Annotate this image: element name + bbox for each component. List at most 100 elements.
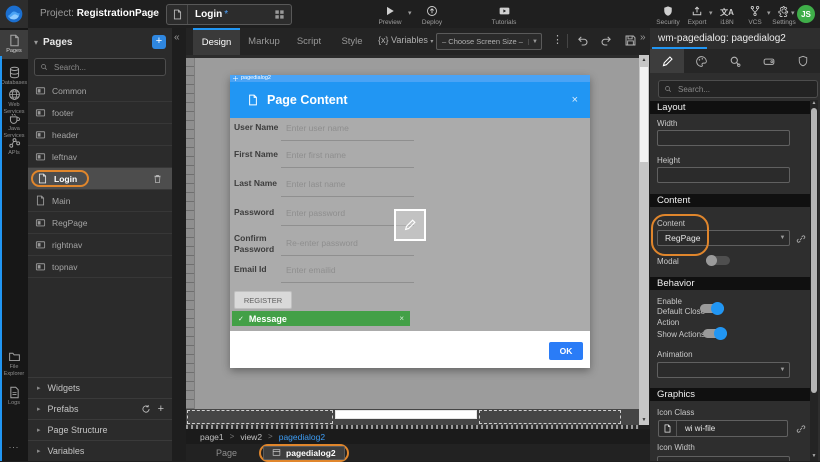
pagedialog2-chip[interactable]: pagedialog2 bbox=[263, 446, 345, 460]
add-prefab-icon[interactable]: + bbox=[158, 403, 164, 415]
page-item-footer[interactable]: footer bbox=[28, 102, 172, 124]
widget-selection-tag[interactable]: pagedialog2 bbox=[230, 75, 590, 82]
expand-right-panel-icon[interactable]: » bbox=[640, 32, 646, 43]
wavemaker-logo[interactable] bbox=[0, 0, 28, 28]
bind-link-icon[interactable] bbox=[796, 234, 806, 244]
tab-properties[interactable] bbox=[650, 49, 684, 73]
dialog-close-icon[interactable]: × bbox=[572, 94, 578, 106]
redo-button[interactable] bbox=[600, 34, 613, 47]
vcs-button[interactable]: VCS bbox=[740, 4, 770, 27]
tab-design[interactable]: Design bbox=[193, 28, 240, 55]
ok-button[interactable]: OK bbox=[549, 342, 583, 360]
page-item-main[interactable]: Main bbox=[28, 190, 172, 212]
edit-widget-button[interactable] bbox=[394, 209, 426, 241]
canvas-vertical-scrollbar[interactable]: ▲ ▼ bbox=[639, 55, 649, 425]
register-button[interactable]: REGISTER bbox=[234, 291, 292, 309]
page-switcher-grid-icon[interactable] bbox=[274, 9, 285, 20]
palette-icon bbox=[695, 55, 708, 68]
tab-styles[interactable] bbox=[684, 49, 718, 73]
tab-markup[interactable]: Markup bbox=[242, 28, 286, 55]
sidebar-item-file-explorer[interactable]: File Explorer bbox=[0, 350, 28, 377]
sidebar-overflow[interactable]: ... bbox=[0, 440, 28, 450]
dropzone-center[interactable] bbox=[335, 410, 477, 419]
settings-chevron-down-icon[interactable]: ▾ bbox=[791, 9, 795, 17]
dropzone-right[interactable] bbox=[479, 410, 621, 424]
section-variables[interactable]: ▸ Variables bbox=[28, 440, 172, 461]
properties-search-input[interactable] bbox=[676, 84, 812, 95]
show-actions-toggle[interactable] bbox=[703, 327, 727, 340]
icon-class-field[interactable]: wi wi-file bbox=[658, 420, 788, 437]
page-item-common[interactable]: Common bbox=[28, 80, 172, 102]
export-button[interactable]: Export bbox=[682, 4, 712, 27]
page-tab-login[interactable]: Login * bbox=[166, 4, 292, 25]
tab-style[interactable]: Style bbox=[332, 28, 372, 55]
username-input[interactable]: Enter user name bbox=[281, 122, 414, 141]
tab-advanced-search[interactable] bbox=[718, 49, 752, 73]
sidebar-item-logs[interactable]: Logs bbox=[0, 386, 28, 407]
pages-search[interactable] bbox=[34, 58, 166, 76]
undo-button[interactable] bbox=[576, 34, 589, 47]
sidebar-item-pages[interactable]: Pages bbox=[0, 30, 28, 59]
lastname-input[interactable]: Enter last name bbox=[281, 178, 414, 197]
page-item-header[interactable]: header bbox=[28, 124, 172, 146]
width-input[interactable] bbox=[657, 130, 790, 146]
page-item-topnav[interactable]: topnav bbox=[28, 256, 172, 278]
emailid-input[interactable]: Enter emailid bbox=[281, 264, 414, 283]
user-avatar[interactable]: JS bbox=[797, 5, 815, 23]
refresh-icon[interactable] bbox=[141, 404, 151, 414]
section-widgets[interactable]: ▸ Widgets bbox=[28, 377, 172, 398]
page-tab-label: Login bbox=[195, 9, 222, 20]
deploy-button[interactable]: Deploy bbox=[414, 4, 450, 27]
tab-device[interactable] bbox=[752, 49, 786, 73]
save-button[interactable] bbox=[624, 34, 637, 47]
section-page-structure[interactable]: ▸ Page Structure bbox=[28, 419, 172, 440]
dialog-header[interactable]: Page Content × bbox=[230, 82, 590, 118]
gear-icon bbox=[768, 4, 800, 17]
screen-size-select[interactable]: – Choose Screen Size – ▼ bbox=[436, 33, 542, 50]
breadcrumb-pagedialog2[interactable]: pagedialog2 bbox=[279, 432, 325, 442]
more-options-icon[interactable]: ⋮ bbox=[552, 33, 563, 46]
scroll-down-icon[interactable]: ▼ bbox=[639, 417, 649, 423]
scrollbar-thumb[interactable] bbox=[640, 67, 648, 162]
chip-highlight-ring: pagedialog2 bbox=[259, 444, 349, 462]
bind-link-icon[interactable] bbox=[796, 424, 806, 434]
i18n-button[interactable]: 文A i18N bbox=[712, 4, 742, 27]
animation-select[interactable]: ▼ bbox=[657, 362, 790, 378]
dropzone-left[interactable] bbox=[187, 410, 333, 424]
sidebar-item-apis[interactable]: APIs bbox=[0, 136, 28, 157]
caret-down-icon[interactable]: ▾ bbox=[34, 38, 38, 47]
properties-search[interactable] bbox=[658, 80, 818, 98]
page-item-regpage[interactable]: RegPage bbox=[28, 212, 172, 234]
scroll-up-icon[interactable]: ▲ bbox=[639, 57, 649, 63]
sidebar-item-databases[interactable]: Databases bbox=[0, 66, 28, 87]
section-prefabs[interactable]: ▸ Prefabs + bbox=[28, 398, 172, 419]
firstname-input[interactable]: Enter first name bbox=[281, 149, 414, 168]
properties-scrollbar[interactable]: ▲ ▼ bbox=[810, 100, 818, 461]
pages-search-input[interactable] bbox=[52, 62, 160, 73]
close-action-toggle[interactable] bbox=[700, 302, 724, 315]
page-item-leftnav[interactable]: leftnav bbox=[28, 146, 172, 168]
variables-dropdown[interactable]: {x} Variables ▾ bbox=[378, 35, 433, 45]
page-item-rightnav[interactable]: rightnav bbox=[28, 234, 172, 256]
delete-page-icon[interactable] bbox=[152, 173, 163, 184]
breadcrumb-page1[interactable]: page1 bbox=[200, 432, 224, 442]
icon-width-input[interactable] bbox=[657, 456, 790, 461]
preview-button[interactable]: Preview bbox=[372, 4, 408, 27]
preview-chevron-down-icon[interactable]: ▾ bbox=[408, 9, 412, 17]
height-input[interactable] bbox=[657, 167, 790, 183]
settings-button[interactable]: Settings bbox=[768, 4, 800, 27]
message-close-icon[interactable]: × bbox=[399, 314, 404, 323]
tab-security[interactable] bbox=[786, 49, 820, 73]
scroll-up-icon[interactable]: ▲ bbox=[810, 100, 818, 106]
collapse-left-panel-icon[interactable]: « bbox=[174, 32, 180, 43]
scrollbar-thumb[interactable] bbox=[811, 108, 817, 393]
security-button[interactable]: Security bbox=[652, 4, 684, 27]
breadcrumb-view2[interactable]: view2 bbox=[240, 432, 262, 442]
scroll-down-icon[interactable]: ▼ bbox=[810, 453, 818, 459]
modal-toggle[interactable] bbox=[706, 254, 730, 267]
tab-script[interactable]: Script bbox=[288, 28, 330, 55]
tutorials-button[interactable]: Tutorials bbox=[486, 4, 522, 27]
folder-icon bbox=[0, 350, 28, 363]
page-item-login-selected[interactable]: Login bbox=[28, 168, 172, 190]
add-page-button[interactable]: + bbox=[152, 35, 166, 49]
